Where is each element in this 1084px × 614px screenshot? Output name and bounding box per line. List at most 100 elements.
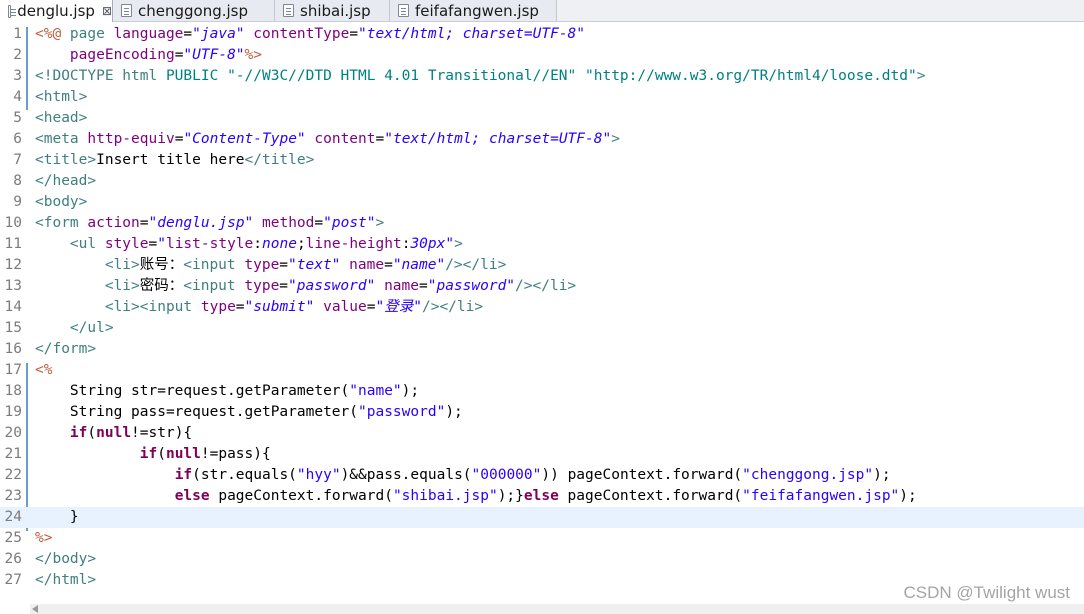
line-number: 5 [13,110,22,126]
token-tag: <title> [35,152,97,168]
token-keyword: if [69,425,88,441]
token-tag: <input [183,257,245,273]
code-text: <body> [35,192,87,213]
token-attr: action [87,215,140,231]
code-line[interactable]: 10 <form action="denglu.jsp" method="post… [0,213,1084,234]
line-number: 25 [4,530,22,546]
token-value: "text/html; charset=UTF-8" [358,26,586,42]
code-line[interactable]: 22 if(str.equals("hyy")&&pass.equals("00… [0,465,1084,486]
token-attr: value [323,299,367,315]
token-tag: > [454,236,463,252]
tab-chenggong[interactable]: chenggong.jsp [113,0,275,21]
code-text: <% [35,360,52,381]
code-line[interactable]: 23 else pageContext.forward( "shibai.jsp"… [0,486,1084,507]
token-tag: </li> [532,278,577,294]
token-tag: </ul> [69,320,114,336]
code-line[interactable]: 26 </body> [0,549,1084,570]
horizontal-scrollbar[interactable] [30,604,1084,614]
token-value: none [262,236,297,252]
code-text: String str=request.getParameter("name"); [35,381,419,402]
tab-label: shibai.jsp [300,1,371,20]
watermark: CSDN @Twilight wust [903,583,1070,602]
code-line[interactable]: 21 if(null!=pass){ [0,444,1084,465]
code-line[interactable]: 18 String str=request.getParameter("name… [0,381,1084,402]
token-keyword: null [165,446,201,462]
code-text: <html> [35,87,87,108]
scroll-left-icon[interactable] [32,605,38,613]
code-line[interactable]: 20 if(null!=str){ [0,423,1084,444]
code-line[interactable]: 9 <body> [0,192,1084,213]
code-text: </form> [35,339,96,360]
code-line[interactable]: 13 <li>密码：<input type="password" name="p… [0,276,1084,297]
token-plain: pageContext.forward( [558,488,743,504]
code-line[interactable]: 3 <!DOCTYPE html PUBLIC "-//W3C//DTD HTML… [0,66,1084,87]
line-number: 8 [13,173,22,189]
token-tag: <form [35,215,88,231]
token-plain: !=str){ [131,425,193,441]
token-tag: page [69,26,114,42]
token-attr: contentType [253,26,350,42]
token-scriptlet: <% [35,362,53,378]
code-line[interactable]: 4 <html> [0,87,1084,108]
line-number: 1 [13,26,22,42]
line-number: 13 [4,278,22,294]
token-value: "shibai.jsp" [392,488,498,504]
code-text: String pass=request.getParameter("passwo… [35,402,463,423]
token-value: "UTF-8" [183,47,245,63]
code-line[interactable]: 19 String pass=request.getParameter("pas… [0,402,1084,423]
token-plain: 密码： [139,278,184,294]
tab-shibai[interactable]: shibai.jsp [275,0,390,21]
token-plain: = [375,131,385,147]
line-number: 23 [4,488,22,504]
code-line[interactable]: 5 <head> [0,108,1084,129]
token-tag: <ul [69,236,105,252]
code-line[interactable]: 14 <li><input type="submit" value="登录"/>… [0,297,1084,318]
code-line[interactable]: 2 pageEncoding="UTF-8"%> [0,45,1084,66]
token-tag: </form> [35,341,97,357]
code-line[interactable]: 24 } [0,507,1084,528]
code-text: <li>密码：<input type="password" name="pass… [35,276,576,297]
close-icon[interactable]: ⊠ [102,4,112,18]
code-text: <form action="denglu.jsp" method="post"> [35,213,384,234]
code-line[interactable]: 1 <%@ page language="java" contentType="t… [0,24,1084,45]
token-plain: Insert title here [96,152,245,168]
code-text: pageEncoding="UTF-8"%> [35,45,262,66]
tab-feifafangwen[interactable]: feifafangwen.jsp [390,0,557,21]
token-tag: <input [183,278,245,294]
token-plain: String str=request.getParameter( [35,383,350,399]
token-value: "text" [288,257,341,273]
token-keyword: null [96,425,132,441]
code-line[interactable]: 7 <title>Insert title here</title> [0,150,1084,171]
code-line[interactable]: 15 </ul> [0,318,1084,339]
code-line[interactable]: 25 %> [0,528,1084,549]
line-number: 6 [13,131,22,147]
token-scriptlet: <%@ [35,26,70,42]
code-line[interactable]: 12 <li>账号：<input type="text" name="name"… [0,255,1084,276]
token-tag: /> [515,278,533,294]
tab-denglu[interactable]: denglu.jsp ⊠ [0,0,113,22]
code-text: <!DOCTYPE html PUBLIC "-//W3C//DTD HTML … [35,66,925,87]
token-doctype: "http://www.w3.org/TR/html4/loose.dtd" [585,68,917,84]
code-line[interactable]: 11 <ul style="list-style:none;line-heigh… [0,234,1084,255]
token-plain: = [183,26,193,42]
line-number: 20 [4,425,22,441]
code-line[interactable]: 17 <% [0,360,1084,381]
code-line[interactable]: 16 </form> [0,339,1084,360]
token-keyword: else [174,488,210,504]
code-line[interactable]: 6 <meta http-equiv = "Content-Type" content… [0,129,1084,150]
code-editor[interactable]: 1 <%@ page language="java" contentType="t… [0,22,1084,614]
code-line[interactable]: 8 </head> [0,171,1084,192]
token-tag: </body> [35,551,97,567]
token-keyword: if [174,467,193,483]
token-plain: (str.equals( [192,467,297,483]
token-attr: type [200,299,236,315]
jsp-file-icon [121,4,132,17]
code-text: </ul> [35,318,114,339]
token-tag: </li> [462,257,507,273]
token-value: "password" [288,278,376,294]
